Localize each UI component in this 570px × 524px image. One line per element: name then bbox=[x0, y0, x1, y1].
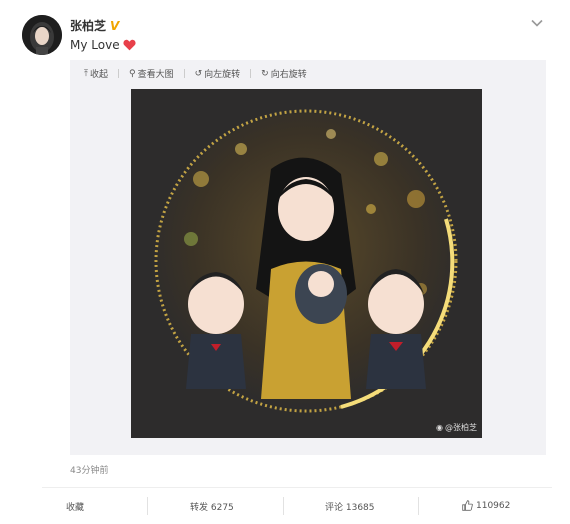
toolbar-separator bbox=[183, 69, 185, 78]
like-button[interactable]: 110962 bbox=[462, 500, 510, 511]
search-icon: ⚲ bbox=[129, 68, 136, 79]
rotate-left-icon: ↺ bbox=[194, 68, 203, 79]
favorite-label: 收藏 bbox=[66, 503, 85, 513]
rotate-right-icon: ↻ bbox=[261, 68, 269, 79]
verified-badge-icon: V bbox=[110, 18, 120, 33]
post-text: My Love bbox=[70, 38, 136, 52]
post-timestamp[interactable]: 43分钟前 bbox=[70, 463, 108, 476]
action-separator bbox=[418, 497, 419, 515]
action-separator bbox=[147, 497, 148, 515]
like-count: 110962 bbox=[476, 500, 511, 511]
image-toolbar: ⤒ 收起 ⚲ 查看大图 ↺ 向左旋转 ↻ 向右旋转 bbox=[84, 67, 307, 81]
repost-label: 转发 6275 bbox=[190, 503, 234, 513]
weibo-post-card: 张柏芝 V My Love ⤒ 收起 ⚲ 查看大图 ↺ 向左旋转 ↻ 向右旋转 bbox=[0, 0, 570, 524]
username-text[interactable]: 张柏芝 bbox=[70, 17, 106, 34]
rotate-right-button[interactable]: ↻ 向右旋转 bbox=[261, 67, 307, 81]
action-separator bbox=[283, 497, 284, 515]
collapse-button[interactable]: ⤒ 收起 bbox=[84, 67, 108, 81]
image-watermark: ◉ @张柏芝 bbox=[436, 422, 477, 433]
username[interactable]: 张柏芝 V bbox=[70, 17, 119, 34]
favorite-button[interactable]: 收藏 bbox=[66, 500, 84, 513]
family-illustration bbox=[131, 89, 482, 438]
view-large-button[interactable]: ⚲ 查看大图 bbox=[129, 67, 174, 81]
action-bar: 收藏 转发 6275 评论 13685 110962 bbox=[0, 492, 570, 520]
thumbs-up-icon bbox=[462, 500, 473, 511]
repost-button[interactable]: 转发 6275 bbox=[190, 500, 234, 513]
post-text-content: My Love bbox=[70, 38, 120, 52]
rotate-right-label: 向右旋转 bbox=[270, 70, 307, 80]
comment-button[interactable]: 评论 13685 bbox=[325, 500, 375, 513]
divider bbox=[42, 487, 552, 488]
weibo-logo-icon: ◉ bbox=[436, 423, 443, 432]
avatar-image bbox=[22, 15, 62, 55]
collapse-label: 收起 bbox=[89, 70, 108, 80]
post-image[interactable]: ◉ @张柏芝 bbox=[131, 89, 482, 438]
chevron-down-icon[interactable] bbox=[530, 16, 544, 30]
view-large-label: 查看大图 bbox=[137, 70, 174, 80]
avatar[interactable] bbox=[22, 15, 62, 55]
comment-label: 评论 13685 bbox=[325, 503, 375, 513]
heart-icon bbox=[123, 39, 136, 51]
toolbar-separator bbox=[250, 69, 252, 78]
watermark-text: @张柏芝 bbox=[445, 423, 477, 432]
rotate-left-label: 向左旋转 bbox=[204, 70, 241, 80]
rotate-left-button[interactable]: ↺ 向左旋转 bbox=[194, 67, 241, 81]
collapse-icon: ⤒ bbox=[84, 68, 88, 79]
toolbar-separator bbox=[118, 69, 119, 78]
